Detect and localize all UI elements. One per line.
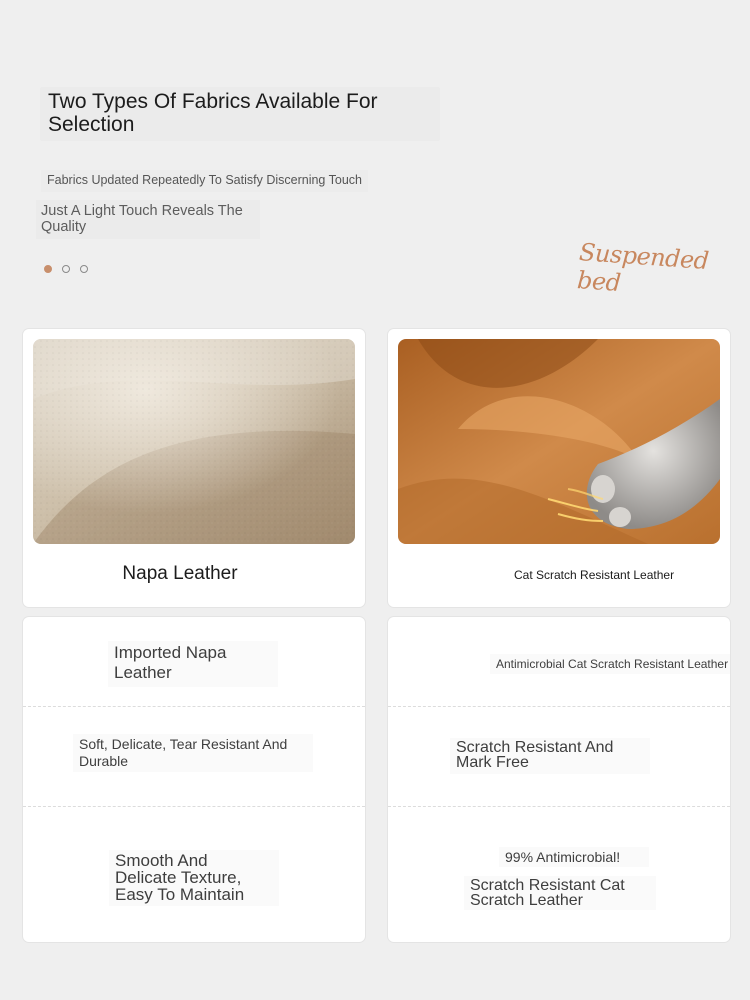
feature-text-line: Mark Free — [456, 754, 529, 771]
feature-text-line: Soft, Delicate, Tear Resistant And — [79, 736, 288, 752]
napa-leather-swatch-image — [33, 339, 355, 544]
divider — [388, 806, 730, 807]
carousel-indicator — [44, 265, 88, 273]
feature-text-line: Leather — [114, 663, 172, 682]
carousel-dot-1[interactable] — [44, 265, 52, 273]
carousel-dot-3[interactable] — [80, 265, 88, 273]
page-subtitle: Fabrics Updated Repeatedly To Satisfy Di… — [41, 170, 368, 192]
antimicrobial-badge: 99% Antimicrobial! — [499, 847, 649, 867]
feature-text-line: Scratch Leather — [470, 892, 583, 909]
page-title-line-1: Two Types Of Fabrics Available For — [48, 90, 378, 113]
feature-scratch-resistant-cat: Scratch Resistant Cat Scratch Leather — [464, 876, 656, 910]
fabric-name-cat-scratch: Cat Scratch Resistant Leather — [514, 568, 675, 582]
feature-antimicrobial-leather: Antimicrobial Cat Scratch Resistant Leat… — [490, 654, 730, 674]
feature-panel-cat-scratch: Antimicrobial Cat Scratch Resistant Leat… — [388, 617, 730, 942]
feature-text-line: Delicate Texture, — [115, 868, 242, 887]
brand-script-logo: Suspended bed — [576, 238, 710, 297]
divider — [23, 706, 365, 707]
divider — [23, 806, 365, 807]
cat-paw-on-leather-image — [398, 339, 720, 544]
feature-text-line: Easy To Maintain — [115, 885, 245, 904]
feature-text-line: Durable — [79, 753, 129, 769]
feature-scratch-resistant: Scratch Resistant And Mark Free — [450, 738, 650, 774]
feature-text-line: Smooth And — [115, 851, 208, 870]
feature-text-line: Imported Napa — [114, 643, 227, 662]
divider — [388, 706, 730, 707]
feature-text-line: Scratch Resistant And — [456, 739, 614, 756]
tagline: Just A Light Touch Reveals The Quality — [36, 200, 260, 239]
fabric-name-napa: Napa Leather — [122, 563, 238, 584]
feature-smooth-texture: Smooth And Delicate Texture, Easy To Mai… — [109, 850, 279, 906]
feature-soft-durable: Soft, Delicate, Tear Resistant And Durab… — [73, 734, 313, 772]
tagline-line-2: Quality — [41, 219, 87, 235]
page-title: Two Types Of Fabrics Available For Selec… — [40, 87, 440, 141]
tagline-line-1: Just A Light Touch Reveals The — [41, 203, 243, 219]
feature-text-line: Scratch Resistant Cat — [470, 877, 625, 894]
feature-panel-napa: Imported Napa Leather Soft, Delicate, Te… — [23, 617, 365, 942]
feature-imported-napa: Imported Napa Leather — [108, 641, 278, 687]
carousel-dot-2[interactable] — [62, 265, 70, 273]
page-title-line-2: Selection — [48, 113, 135, 136]
